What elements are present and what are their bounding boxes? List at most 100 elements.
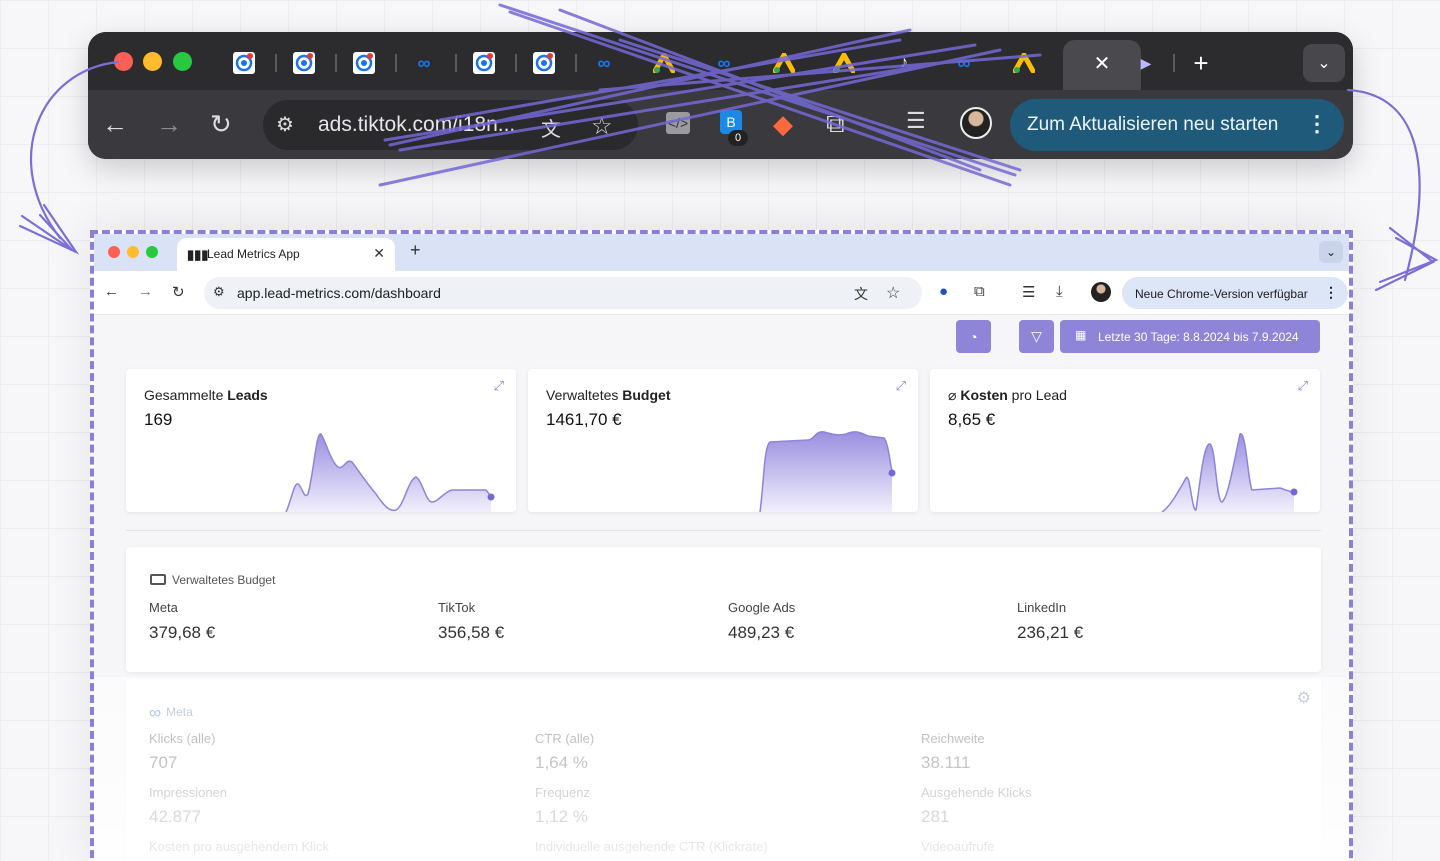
shield-extension-icon[interactable]: ● <box>939 283 948 300</box>
pie-chart-button[interactable]: ◔ <box>956 320 991 353</box>
tab-separator <box>335 54 337 72</box>
profile-avatar[interactable] <box>1091 282 1111 302</box>
tab-search-chevron-icon[interactable]: ⌄ <box>1319 241 1343 263</box>
budget-item-linkedin: LinkedIn 236,21 € <box>1017 600 1084 642</box>
target-icon[interactable] <box>351 50 377 76</box>
new-url-text: app.lead-metrics.com/dashboard <box>237 285 441 301</box>
sparkline-cost <box>1161 433 1298 512</box>
extensions-puzzle-icon[interactable]: ⧉ <box>826 108 845 140</box>
reload-icon[interactable]: ↻ <box>210 109 232 140</box>
extensions-puzzle-icon[interactable]: ⧉ <box>974 283 985 300</box>
calendar-icon: ▦ <box>1075 328 1087 342</box>
meta-heading: ∞ Meta <box>149 703 193 722</box>
expand-icon[interactable]: ⤢ <box>896 378 906 394</box>
google-ads-icon[interactable] <box>771 50 797 76</box>
tab-search-chevron-icon[interactable]: ⌄ <box>1303 44 1345 82</box>
more-menu-icon[interactable]: ⋮ <box>1306 111 1328 137</box>
new-tab-icon[interactable]: + <box>410 240 421 261</box>
sparkline-budget <box>759 431 896 512</box>
translate-icon[interactable]: 文 <box>854 284 868 304</box>
budget-heading: Verwaltetes Budget <box>150 573 275 587</box>
filter-icon: ▽ <box>1031 328 1042 344</box>
dashboard-page: ◔ ▽ ▦ Letzte 30 Tage: 8.8.2024 bis 7.9.2… <box>94 315 1349 861</box>
date-range-button[interactable]: ▦ Letzte 30 Tage: 8.8.2024 bis 7.9.2024 <box>1060 320 1320 353</box>
site-settings-icon[interactable]: ⚙ <box>213 284 225 300</box>
maximize-window-button[interactable] <box>173 52 192 71</box>
active-tab[interactable]: ✕ <box>1063 40 1141 90</box>
tiktok-icon[interactable]: ♪ <box>891 50 917 76</box>
reload-icon[interactable]: ↻ <box>172 283 185 301</box>
meta-icon[interactable]: ∞ <box>591 50 617 76</box>
site-settings-icon[interactable]: ⚙ <box>276 112 294 137</box>
close-window-button[interactable] <box>114 52 133 71</box>
reading-list-icon[interactable]: ☰ <box>1022 283 1035 301</box>
new-tab-icon[interactable]: + <box>1188 48 1214 78</box>
gear-icon[interactable]: ⚙ <box>1297 688 1311 708</box>
active-tab[interactable]: ▮▮▮ Lead Metrics App ✕ <box>177 238 395 271</box>
new-toolbar: ← → ↻ ⚙ app.lead-metrics.com/dashboard 文… <box>94 271 1349 315</box>
kpi-title: ⌀ Kosten pro Lead <box>948 387 1067 403</box>
new-update-button[interactable]: Neue Chrome-Version verfügbar ⋮ <box>1122 277 1348 309</box>
tab-separator <box>395 54 397 72</box>
close-window-button[interactable] <box>108 246 120 258</box>
back-icon[interactable]: ← <box>102 109 128 140</box>
kpi-card-leads[interactable]: Gesammelte Leads 169 ⤢ <box>126 369 516 512</box>
meta-logo-icon: ∞ <box>149 703 162 722</box>
kpi-card-cost[interactable]: ⌀ Kosten pro Lead 8,65 € ⤢ <box>930 369 1320 512</box>
target-icon[interactable] <box>291 50 317 76</box>
google-ads-icon[interactable] <box>831 50 857 76</box>
new-update-label: Neue Chrome-Version verfügbar <box>1135 287 1308 301</box>
meta-metric: Ausgehende Klicks 281 <box>921 785 1032 826</box>
tab-separator <box>515 54 517 72</box>
minimize-window-button[interactable] <box>127 246 139 258</box>
translate-icon[interactable]: 文 <box>541 113 561 142</box>
date-range-label: Letzte 30 Tage: 8.8.2024 bis 7.9.2024 <box>1098 330 1299 344</box>
bar-chart-icon: ▮▮▮ <box>187 247 209 262</box>
meta-icon[interactable]: ∞ <box>951 50 977 76</box>
new-tab-strip: ▮▮▮ Lead Metrics App ✕ + ⌄ <box>94 234 1349 271</box>
maximize-window-button[interactable] <box>146 246 158 258</box>
google-ads-icon[interactable] <box>651 50 677 76</box>
expand-icon[interactable]: ⤢ <box>494 378 504 394</box>
download-icon[interactable]: ⤓ <box>1056 283 1063 300</box>
pie-chart-icon: ◔ <box>969 328 978 345</box>
code-extension-icon[interactable]: </> <box>666 112 690 134</box>
bookmark-star-icon[interactable]: ☆ <box>591 112 613 141</box>
new-browser-window: ▮▮▮ Lead Metrics App ✕ + ⌄ ← → ↻ ⚙ app.l… <box>90 230 1353 861</box>
meta-icon[interactable]: ∞ <box>711 50 737 76</box>
target-icon[interactable] <box>531 50 557 76</box>
kpi-card-budget[interactable]: Verwaltetes Budget 1461,70 € ⤢ <box>528 369 918 512</box>
right-arrow-icon <box>1346 88 1421 282</box>
close-tab-icon[interactable]: ✕ <box>373 245 385 262</box>
tab-title: Lead Metrics App <box>207 247 300 261</box>
new-address-bar[interactable]: ⚙ app.lead-metrics.com/dashboard 文 ☆ <box>204 277 922 309</box>
reading-list-icon[interactable]: ☰ <box>906 108 926 134</box>
forward-icon[interactable]: → <box>156 109 182 140</box>
old-address-bar[interactable]: ⚙ ads.tiktok.com/i18n... 文 ☆ <box>263 100 638 150</box>
bookmark-star-icon[interactable]: ☆ <box>886 283 900 303</box>
meta-metric: Videoaufrufe <box>921 839 995 854</box>
minimize-window-button[interactable] <box>143 52 162 71</box>
meta-metric: Individuelle ausgehende CTR (Klickrate) <box>535 839 768 854</box>
target-icon[interactable] <box>471 50 497 76</box>
profile-avatar[interactable] <box>960 107 992 139</box>
google-ads-icon[interactable] <box>1011 50 1037 76</box>
close-tab-icon[interactable]: ✕ <box>1089 50 1115 76</box>
meta-metric: Frequenz 1,12 % <box>535 785 590 826</box>
budget-item-tiktok: TikTok 356,58 € <box>438 600 505 642</box>
extension-badge-count: 0 <box>728 130 748 146</box>
more-menu-icon[interactable]: ⋮ <box>1324 284 1338 301</box>
back-icon[interactable]: ← <box>104 283 119 300</box>
meta-metric: Klicks (alle) 707 <box>149 731 216 772</box>
colorful-extension-icon[interactable]: ◆ <box>773 109 793 140</box>
filter-button[interactable]: ▽ <box>1019 320 1054 353</box>
kpi-title: Verwaltetes Budget <box>546 387 671 403</box>
streamline-icon[interactable]: ▶ <box>1133 50 1159 76</box>
old-update-button[interactable]: Zum Aktualisieren neu starten ⋮ <box>1010 99 1344 151</box>
expand-icon[interactable]: ⤢ <box>1298 378 1308 394</box>
meta-icon[interactable]: ∞ <box>411 50 437 76</box>
forward-icon[interactable]: → <box>138 283 153 300</box>
target-icon[interactable] <box>231 50 257 76</box>
old-tab-strip: ∞ ∞ ∞ ♪ ∞ ✕ ▶ + ⌄ <box>88 32 1353 90</box>
meta-metric: Impressionen 42.877 <box>149 785 228 826</box>
